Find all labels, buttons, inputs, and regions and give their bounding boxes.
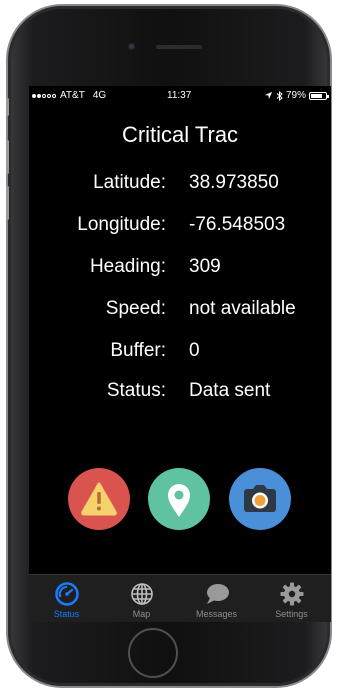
signal-dot (37, 93, 41, 98)
battery-icon (309, 91, 329, 100)
status-row: Status: Data sent (29, 376, 331, 406)
status-right: 79% (264, 90, 329, 101)
status-bar: AT&T 4G 11:37 79% (29, 86, 331, 106)
check-in-location-button[interactable] (148, 468, 210, 530)
tab-status[interactable]: Status (29, 575, 104, 622)
speed-row: Speed: not available (29, 294, 331, 324)
signal-dot (47, 93, 51, 98)
clock: 11:37 (167, 90, 192, 101)
mute-switch (6, 98, 9, 116)
buffer-row: Buffer: 0 (29, 336, 331, 366)
signal-dot (52, 93, 56, 98)
carrier-name: AT&T (60, 90, 85, 101)
tab-messages[interactable]: Messages (179, 575, 254, 622)
bluetooth-icon (276, 90, 283, 101)
heading-value: 309 (189, 256, 221, 277)
latitude-label: Latitude: (93, 172, 166, 193)
status-value: Data sent (189, 380, 271, 401)
signal-dot (42, 93, 46, 98)
tab-settings-label: Settings (275, 609, 308, 619)
status-label: Status: (106, 380, 166, 401)
gauge-icon (55, 582, 79, 606)
tab-map[interactable]: Map (104, 575, 179, 622)
longitude-row: Longitude: -76.548503 (29, 210, 331, 240)
signal-dot (32, 93, 36, 98)
longitude-label: Longitude: (77, 214, 166, 235)
heading-row: Heading: 309 (29, 252, 331, 282)
tab-messages-label: Messages (195, 609, 238, 619)
tab-bar: Status Map Messages Settings (29, 574, 331, 622)
earpiece-speaker (156, 45, 202, 49)
tab-map-label: Map (132, 609, 151, 619)
buffer-value: 0 (189, 340, 200, 361)
camera-icon (244, 485, 276, 512)
gear-icon (280, 582, 304, 606)
chat-bubble-icon (207, 584, 229, 604)
location-arrow-icon (264, 91, 273, 100)
front-camera (128, 43, 135, 50)
buffer-label: Buffer: (110, 340, 166, 361)
battery-percent: 79% (285, 90, 306, 101)
speed-value: not available (189, 298, 296, 319)
volume-up-button (6, 140, 9, 174)
tab-status-label: Status (53, 609, 80, 619)
photo-button[interactable] (229, 468, 291, 530)
network-type: 4G (92, 90, 107, 101)
longitude-value: -76.548503 (189, 214, 286, 235)
latitude-value: 38.973850 (189, 172, 279, 193)
heading-label: Heading: (89, 256, 166, 277)
signal-strength-icon (32, 93, 56, 98)
app-title: Critical Trac (121, 122, 239, 147)
globe-icon (131, 583, 153, 605)
screen: AT&T 4G 11:37 79% Critical Trac Latitude… (29, 86, 331, 622)
location-pin-icon (168, 484, 190, 517)
volume-down-button (6, 186, 9, 220)
tab-settings[interactable]: Settings (254, 575, 329, 622)
warning-icon (81, 482, 117, 516)
alert-button[interactable] (68, 468, 130, 530)
latitude-row: Latitude: 38.973850 (29, 168, 331, 198)
speed-label: Speed: (105, 298, 166, 319)
status-left: AT&T 4G (32, 90, 106, 101)
home-button[interactable] (128, 628, 178, 678)
battery-fill (311, 93, 322, 98)
